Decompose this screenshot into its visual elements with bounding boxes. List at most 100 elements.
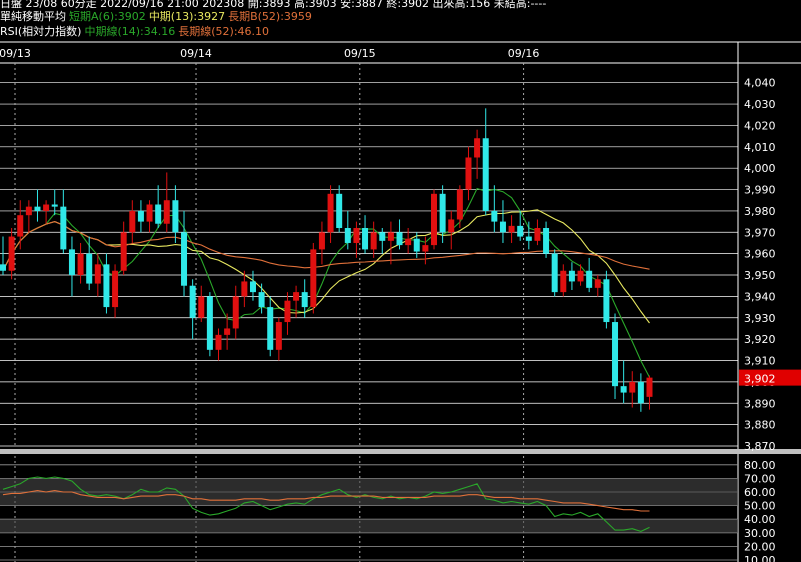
price-tick-label: 3,950 <box>744 269 776 282</box>
candle <box>77 242 84 284</box>
candle-body <box>206 296 213 350</box>
candle-body <box>34 206 41 211</box>
candle <box>491 185 498 233</box>
candle-body <box>146 204 153 222</box>
candle <box>112 264 119 318</box>
candle-body <box>0 264 6 271</box>
candle <box>267 296 274 357</box>
candle <box>336 185 343 233</box>
candle <box>525 221 532 250</box>
candle-body <box>293 292 300 301</box>
candle-body <box>336 193 343 229</box>
candle <box>68 236 75 297</box>
candle <box>103 253 110 314</box>
candle-body <box>517 225 524 237</box>
candle-body <box>456 189 463 220</box>
candle-body <box>560 270 567 293</box>
price-tick-label: 3,910 <box>744 355 776 368</box>
price-tick-label: 3,980 <box>744 205 776 218</box>
candle <box>25 200 32 233</box>
price-tick-label: 3,890 <box>744 397 776 410</box>
candle-body <box>43 204 50 211</box>
price-tick-label: 3,940 <box>744 290 776 303</box>
candle <box>232 285 239 340</box>
candle-body <box>413 238 420 252</box>
candle <box>629 371 636 408</box>
candle-body <box>327 193 334 233</box>
candle <box>8 228 15 280</box>
candle-body <box>51 204 58 207</box>
candle-body <box>258 292 265 308</box>
candle <box>586 257 593 293</box>
rsi-tick-label: 50.00 <box>744 500 776 513</box>
price-tick-label: 3,870 <box>744 440 776 453</box>
candle-body <box>439 193 446 233</box>
candle-body <box>482 138 489 211</box>
candle <box>456 185 463 229</box>
candle <box>482 108 489 216</box>
candle-body <box>189 285 196 318</box>
candle-body <box>448 219 455 233</box>
candle <box>51 189 58 216</box>
candle <box>275 317 282 361</box>
candle <box>594 275 601 297</box>
price-tick-label: 4,000 <box>744 162 776 175</box>
candle-body <box>612 322 619 387</box>
candle <box>646 375 653 410</box>
candle <box>474 129 481 179</box>
candle-body <box>103 264 110 308</box>
candle <box>43 200 50 224</box>
rsi-tick-label: 70.00 <box>744 472 776 485</box>
last-price-label: 3,902 <box>744 373 776 386</box>
candle-body <box>431 193 437 246</box>
rsi-tick-label: 40.00 <box>744 513 776 526</box>
candle-body <box>405 238 412 246</box>
candle <box>17 200 24 250</box>
candle-body <box>491 210 498 222</box>
candle <box>318 221 325 265</box>
candle-body <box>120 232 127 271</box>
candle <box>189 279 196 340</box>
candle-body <box>25 206 32 216</box>
candle-body <box>215 334 222 350</box>
candle-body <box>129 210 136 233</box>
rsi-tick-label: 80.00 <box>744 459 776 472</box>
candle <box>387 221 394 265</box>
date-label: 09/15 <box>344 47 376 60</box>
candle <box>560 264 567 297</box>
candle <box>370 221 377 258</box>
candle-body <box>17 215 24 237</box>
price-tick-label: 3,920 <box>744 333 776 346</box>
candle <box>508 215 515 243</box>
candle <box>379 228 386 254</box>
candle-body <box>637 381 644 404</box>
candle-body <box>181 232 188 286</box>
candle <box>146 200 153 233</box>
candle <box>353 221 360 258</box>
candle <box>129 200 136 243</box>
price-chart[interactable]: 4,040 4,030 4,020 4,010 4,000 3,990 3,980 3,970… <box>0 0 801 562</box>
rsi-tick-label: 10.00 <box>744 554 776 562</box>
date-label: 09/16 <box>508 47 540 60</box>
date-label: 09/14 <box>180 47 212 60</box>
price-tick-label: 3,990 <box>744 184 776 197</box>
candle <box>327 185 334 243</box>
candle-body <box>318 232 325 250</box>
candle <box>637 373 644 412</box>
candle-body <box>603 279 610 323</box>
candle-body <box>370 232 377 250</box>
candle <box>0 236 6 276</box>
candle-body <box>577 270 584 282</box>
price-tick-label: 3,880 <box>744 419 776 432</box>
candle-body <box>646 377 653 397</box>
price-tick-label: 4,020 <box>744 119 776 132</box>
candle <box>60 189 67 254</box>
candle-body <box>586 270 593 288</box>
candle-body <box>284 300 291 323</box>
candle <box>405 228 412 254</box>
candle-body <box>534 228 541 241</box>
candle <box>568 262 575 290</box>
candle <box>206 292 213 357</box>
price-tick-label: 3,970 <box>744 226 776 239</box>
candle <box>163 172 170 233</box>
